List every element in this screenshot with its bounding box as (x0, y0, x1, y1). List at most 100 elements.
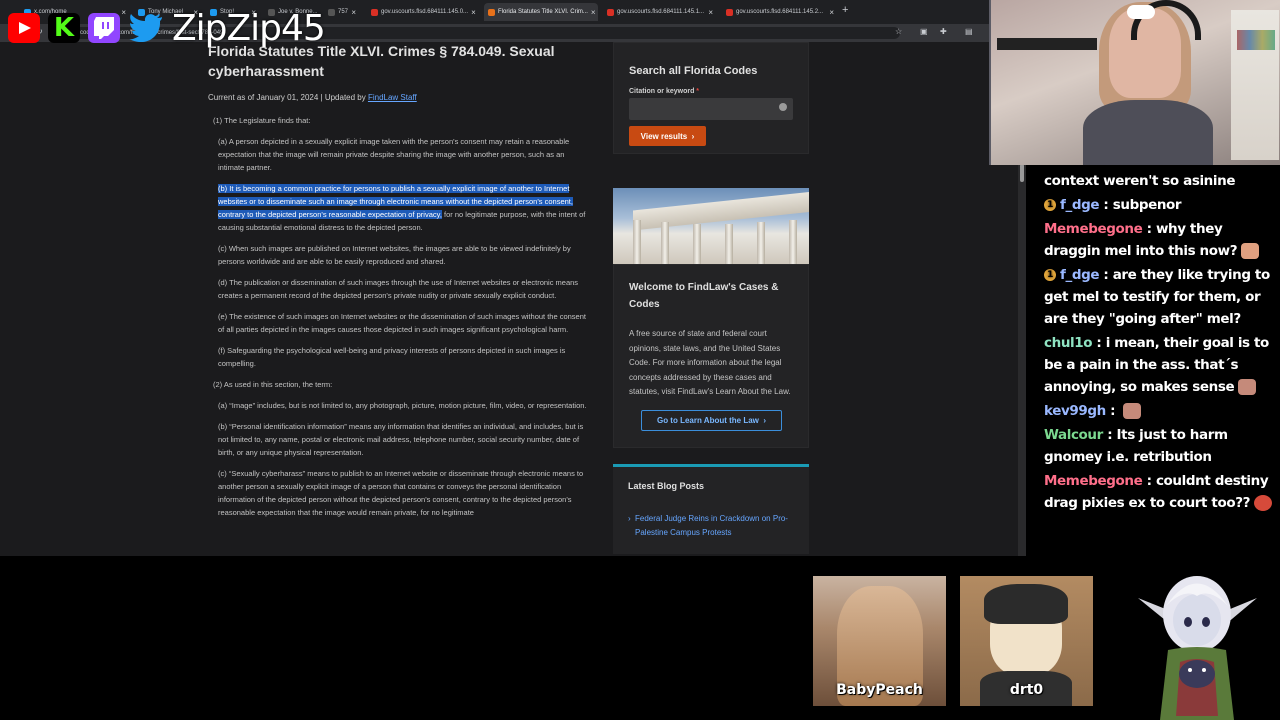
tab-close-icon[interactable]: × (471, 8, 476, 17)
vtuber-avatar (1130, 566, 1265, 720)
chat-overlay: context weren't so asinine 1 f_dge : subpe… (1044, 170, 1280, 516)
tab-label: Florida Statutes Title XLVI. Crim... (498, 9, 588, 15)
bookmark-star-icon[interactable]: ☆ (895, 27, 902, 36)
browser-tab[interactable]: gov.uscourts.flsd.684111.145.0... × (367, 3, 479, 21)
chat-text: subpenor (1112, 197, 1182, 213)
chat-username[interactable]: f_dge (1060, 197, 1100, 213)
cloud-decoration (1127, 5, 1155, 19)
sub-badge-icon: 1 (1044, 269, 1056, 281)
kick-icon: K (48, 13, 80, 43)
column (633, 220, 641, 264)
meta-prefix: Current as of January 01, 2024 | Updated… (208, 93, 368, 102)
findlaw-staff-link[interactable]: FindLaw Staff (368, 93, 417, 102)
tab-label: gov.uscourts.flsd.684111.145.1... (617, 9, 705, 15)
chat-message: Walcour : Its just to harm gnomey i.e. r… (1044, 424, 1280, 468)
streamer-handle: ZipZip45 (172, 7, 326, 49)
chat-username[interactable]: f_dge (1060, 267, 1100, 283)
column (725, 224, 733, 264)
tab-favicon-icon (488, 8, 495, 16)
guest-name: drt0 (1009, 682, 1044, 698)
tab-close-icon[interactable]: × (708, 8, 713, 17)
blog-post-link[interactable]: Federal Judge Reins in Crackdown on Pro-… (628, 512, 794, 540)
section-1c: (c) When such images are published on In… (218, 244, 571, 266)
statute-article: Florida Statutes Title XLVI. Crimes § 78… (208, 42, 592, 519)
welcome-title: Welcome to FindLaw's Cases & Codes (629, 282, 779, 310)
chat-username[interactable]: Memebegone (1044, 473, 1143, 489)
section-2: (2) As used in this section, the term: (213, 380, 333, 389)
scrollbar-thumb[interactable] (1020, 164, 1024, 182)
sub-badge-icon: 1 (1044, 199, 1056, 211)
streamer-webcam (989, 0, 1280, 165)
view-results-label: View results (640, 131, 688, 141)
chat-username[interactable]: Walcour (1044, 427, 1103, 443)
clear-icon[interactable] (779, 103, 787, 111)
citation-input[interactable] (629, 98, 793, 120)
section-2a: (a) “Image” includes, but is not limited… (218, 401, 587, 410)
learn-button-label: Go to Learn About the Law (656, 415, 759, 425)
chat-message: 1 f_dge : subpenor (1044, 194, 1280, 216)
chat-username[interactable]: kev99gh (1044, 403, 1106, 419)
column (661, 222, 669, 264)
tab-favicon-icon (607, 8, 614, 16)
browser-tab[interactable]: gov.uscourts.flsd.684111.145.1... × (603, 3, 717, 21)
welcome-panel: Welcome to FindLaw's Cases & Codes A fre… (613, 264, 809, 448)
section-1b: (b) It is becoming a common practice for… (218, 182, 592, 234)
chat-separator: : (1099, 267, 1113, 283)
sidepanel-icon[interactable]: ▤ (965, 27, 973, 36)
section-1f: (f) Safeguarding the psychological well-… (218, 346, 566, 368)
column (693, 224, 701, 264)
chat-separator: : (1142, 221, 1156, 237)
article-meta: Current as of January 01, 2024 | Updated… (208, 93, 592, 102)
guest-name: BabyPeach (836, 682, 923, 698)
view-results-button[interactable]: View results › (629, 126, 706, 146)
tab-favicon-icon (726, 8, 733, 16)
stream-screen: x.com/home × Tony Michael × Stop! × Joe v. Bon… (0, 0, 1280, 720)
browser-tab[interactable]: 757 × (324, 3, 360, 21)
section-1e: (e) The existence of such images on Inte… (218, 312, 586, 334)
learn-about-law-button[interactable]: Go to Learn About the Law › (641, 409, 782, 431)
streamer-socials: K ZipZip45 (8, 7, 326, 49)
chat-message: context weren't so asinine (1044, 170, 1280, 192)
puzzle-icon[interactable]: ✚ (940, 27, 947, 36)
browser-tab[interactable]: gov.uscourts.flsd.684111.145.2... × (722, 3, 838, 21)
youtube-icon (8, 13, 40, 43)
blog-panel: Latest Blog Posts Federal Judge Reins in… (613, 463, 809, 554)
chat-separator: : (1099, 197, 1113, 213)
chat-emote-icon (1241, 243, 1260, 259)
tab-favicon-icon (371, 8, 378, 16)
chat-message: chul1o : i mean, their goal is to be a p… (1044, 332, 1280, 398)
books (1237, 30, 1275, 50)
browser-window: x.com/home × Tony Michael × Stop! × Joe v. Bon… (0, 0, 1026, 556)
column (789, 220, 797, 264)
search-title: Search all Florida Codes (629, 65, 758, 77)
guest-cam-drt0: drt0 (960, 576, 1093, 706)
tab-label: gov.uscourts.flsd.684111.145.2... (736, 9, 824, 15)
citation-label: Citation or keyword * (629, 88, 793, 95)
chat-separator: : (1092, 335, 1106, 351)
search-panel: Search all Florida Codes Citation or key… (613, 42, 809, 154)
section-1d: (d) The publication or dissemination of … (218, 278, 579, 300)
tab-close-icon[interactable]: × (591, 8, 596, 17)
new-tab-button[interactable]: + (842, 4, 848, 16)
chat-username[interactable]: chul1o (1044, 335, 1093, 351)
courthouse-image (613, 188, 809, 264)
chat-emote-icon (1123, 403, 1142, 419)
citation-label-text: Citation or keyword (629, 88, 695, 95)
browser-tab[interactable]: Florida Statutes Title XLVI. Crim... × (484, 3, 598, 21)
chat-message: kev99gh : (1044, 400, 1280, 422)
section-1a: (a) A person depicted in a sexually expl… (218, 137, 570, 172)
twitter-bird-icon (128, 13, 164, 43)
chat-username[interactable]: Memebegone (1044, 221, 1143, 237)
tab-close-icon[interactable]: × (829, 8, 834, 17)
sidebar: Search all Florida Codes Citation or key… (613, 42, 809, 554)
extension-icon[interactable]: ▣ (920, 27, 928, 36)
chat-separator: : (1105, 403, 1120, 419)
courthouse-roof (633, 189, 809, 231)
chat-emote-icon (1254, 495, 1273, 511)
tab-label: gov.uscourts.flsd.684111.145.0... (381, 9, 469, 15)
chat-text: context weren't so asinine (1044, 173, 1236, 189)
tab-close-icon[interactable]: × (351, 8, 356, 17)
chat-separator: : (1142, 473, 1156, 489)
chat-separator: : (1102, 427, 1117, 443)
welcome-text: A free source of state and federal court… (629, 329, 791, 396)
